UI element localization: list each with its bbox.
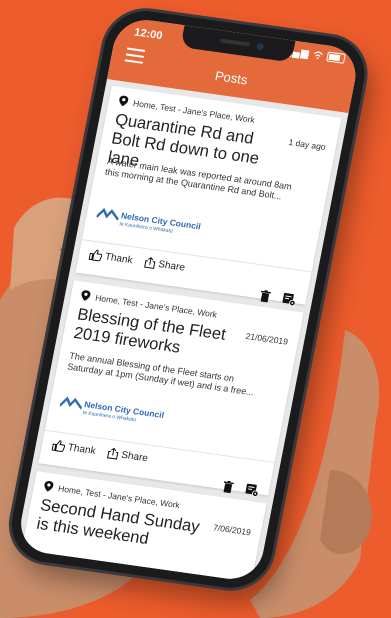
council-logo-icon xyxy=(58,396,83,410)
thank-button[interactable]: Thank xyxy=(51,439,97,457)
speaker-grill xyxy=(219,38,251,47)
location-pin-icon xyxy=(81,290,91,301)
location-pin-icon xyxy=(44,480,54,492)
post-date: 21/06/2019 xyxy=(244,330,289,347)
battery-icon xyxy=(326,51,346,65)
organisation-logo: Nelson City Council te Kaunihera o Whaka… xyxy=(57,394,200,437)
share-button[interactable]: Share xyxy=(106,447,149,464)
thank-label: Thank xyxy=(66,442,97,457)
front-camera xyxy=(256,42,265,51)
delete-icon[interactable] xyxy=(258,289,272,308)
thank-label: Thank xyxy=(103,251,134,267)
share-button[interactable]: Share xyxy=(143,256,186,274)
council-logo-icon xyxy=(95,207,120,221)
wifi-icon xyxy=(314,51,323,60)
post-date: 7/06/2019 xyxy=(212,522,252,538)
thank-button[interactable]: Thank xyxy=(88,248,134,266)
share-icon xyxy=(144,257,156,269)
location-pin-icon xyxy=(119,95,129,107)
status-time: 12:00 xyxy=(133,26,164,43)
thumbs-up-icon xyxy=(88,249,103,262)
delete-icon[interactable] xyxy=(221,479,234,498)
share-label: Share xyxy=(120,449,149,465)
post-card[interactable]: Home, Test - Jane's Place, Work 21/06/20… xyxy=(38,280,304,496)
thumbs-up-icon xyxy=(51,440,66,453)
organisation-logo: Nelson City Council te Kaunihera o Whaka… xyxy=(94,205,237,248)
edit-settings-icon[interactable] xyxy=(281,292,297,312)
post-date: 1 day ago xyxy=(287,136,327,153)
post-card[interactable]: Home, Test - Jane's Place, Work 1 day ag… xyxy=(75,85,342,305)
share-label: Share xyxy=(157,259,186,274)
share-icon xyxy=(107,447,119,460)
post-title[interactable]: Second Hand Sunday is this weekend xyxy=(35,496,206,556)
edit-settings-icon[interactable] xyxy=(244,482,260,502)
